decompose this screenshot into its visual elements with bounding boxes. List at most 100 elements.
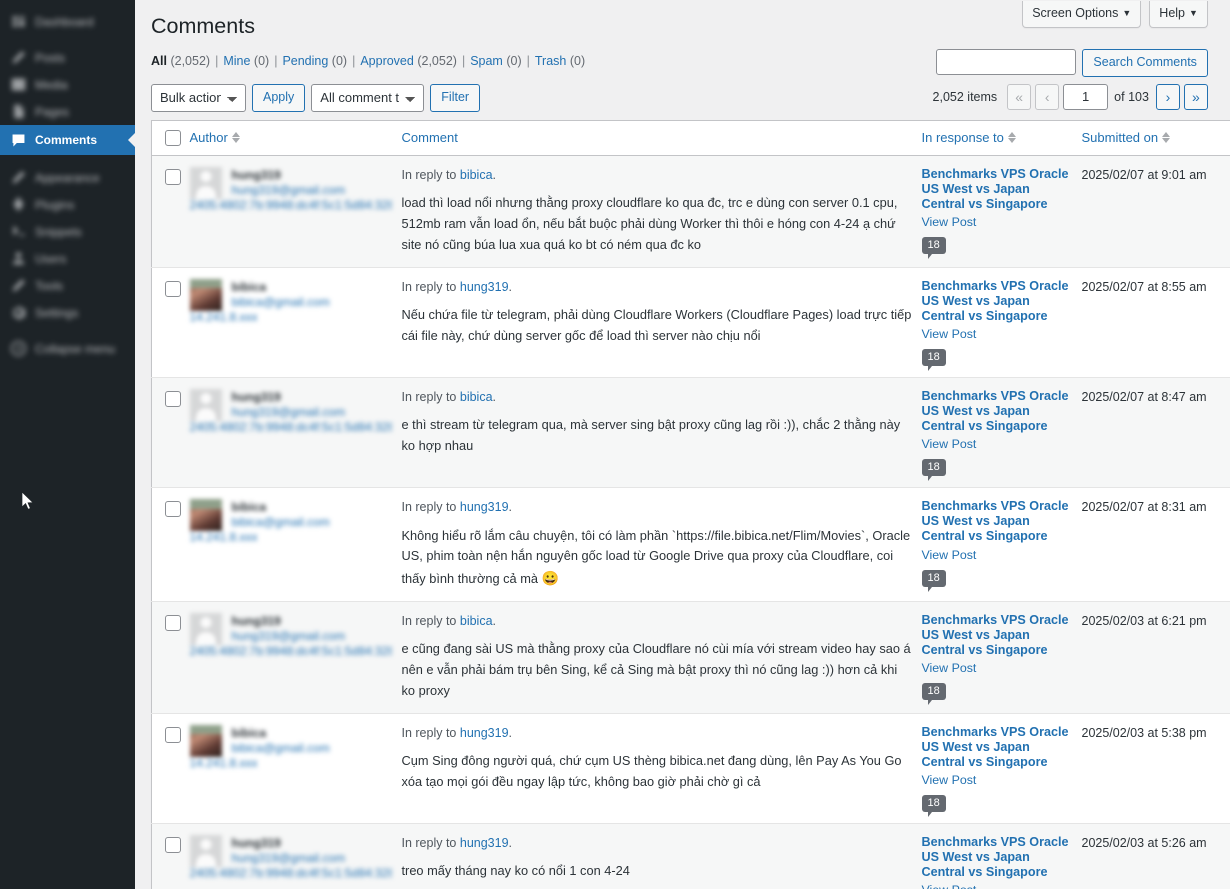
row-checkbox[interactable] bbox=[165, 390, 181, 407]
status-link-count: (2,052) bbox=[170, 53, 211, 68]
view-post-link[interactable]: View Post bbox=[922, 437, 1072, 451]
status-link-pending[interactable]: Pending bbox=[282, 54, 328, 68]
column-author[interactable]: Author bbox=[189, 120, 402, 156]
post-title-link[interactable]: Benchmarks VPS Oracle US West vs Japan C… bbox=[922, 389, 1072, 434]
submitted-on: 2025/02/07 at 8:31 am bbox=[1081, 500, 1207, 515]
post-title-link[interactable]: Benchmarks VPS Oracle US West vs Japan C… bbox=[922, 835, 1072, 880]
help-tab[interactable]: Help ▼ bbox=[1149, 1, 1208, 28]
reply-to-author-link[interactable]: hung319 bbox=[460, 500, 509, 514]
comment-count-badge[interactable]: 18 bbox=[921, 348, 946, 371]
comment-count-badge[interactable]: 18 bbox=[921, 794, 946, 817]
submitted-on: 2025/02/03 at 5:26 am bbox=[1081, 835, 1207, 850]
sidebar-item-media[interactable]: Media bbox=[0, 71, 135, 98]
author-ip[interactable]: 2405:4802:7b:9948:dc4f:5c1:5d84:3283 bbox=[190, 198, 392, 213]
row-select-cell bbox=[151, 377, 190, 489]
author-ip[interactable]: 2405:4802:7b:9948:dc4f:5c1:5d84:3283 bbox=[190, 866, 392, 881]
post-title-link[interactable]: Benchmarks VPS Oracle US West vs Japan C… bbox=[922, 613, 1072, 658]
post-title-link[interactable]: Benchmarks VPS Oracle US West vs Japan C… bbox=[922, 279, 1072, 324]
comment-text-content: e cũng đang sài US mà thằng proxy của Cl… bbox=[401, 641, 911, 698]
author-email[interactable]: bibica@gmail.com bbox=[232, 295, 392, 310]
sidebar-item-snippets[interactable]: Snippets bbox=[0, 218, 135, 245]
comment-count-badge[interactable]: 18 bbox=[921, 569, 946, 592]
sidebar-item-pages[interactable]: Pages bbox=[0, 98, 135, 125]
submitted-on: 2025/02/07 at 8:47 am bbox=[1081, 389, 1207, 404]
author-ip[interactable]: 14.241.8.xxx bbox=[190, 310, 392, 325]
last-page-button[interactable]: » bbox=[1183, 83, 1208, 110]
author-ip[interactable]: 2405:4802:7b:9948:dc4f:5c1:5d84:3283 bbox=[190, 644, 392, 659]
sidebar-item-appearance[interactable]: Appearance bbox=[0, 164, 135, 191]
filter-button[interactable]: Filter bbox=[430, 83, 481, 112]
comment-count-badge[interactable]: 18 bbox=[921, 237, 946, 260]
comment-type-select[interactable]: All comment typesCommentsPings bbox=[311, 83, 425, 112]
comment-text-content: load thì load nổi nhưng thằng proxy clou… bbox=[401, 195, 898, 252]
author-email[interactable]: bibica@gmail.com bbox=[232, 741, 392, 756]
apply-button[interactable]: Apply bbox=[252, 83, 306, 112]
status-link-spam[interactable]: Spam bbox=[470, 54, 503, 68]
status-link-trash[interactable]: Trash bbox=[535, 54, 567, 68]
sidebar-item-plugins[interactable]: Plugins bbox=[0, 191, 135, 218]
table-body: hung319 hung319@gmail.com 2405:4802:7b:994… bbox=[151, 155, 1230, 889]
view-post-link[interactable]: View Post bbox=[922, 661, 1072, 675]
sidebar-item-collapse-menu[interactable]: Collapse menu bbox=[0, 335, 135, 362]
row-checkbox[interactable] bbox=[165, 836, 181, 853]
author-ip[interactable]: 14.241.8.xxx bbox=[190, 756, 392, 771]
search-comments-button[interactable]: Search Comments bbox=[1082, 49, 1208, 77]
next-page-button[interactable]: › bbox=[1155, 83, 1180, 110]
screen-options-tab[interactable]: Screen Options ▼ bbox=[1022, 1, 1142, 28]
search-input[interactable] bbox=[936, 49, 1077, 75]
select-all-checkbox[interactable] bbox=[165, 129, 181, 146]
row-checkbox[interactable] bbox=[165, 168, 181, 185]
status-link-mine[interactable]: Mine bbox=[223, 54, 250, 68]
comments-icon bbox=[8, 130, 28, 150]
row-checkbox[interactable] bbox=[165, 726, 181, 743]
row-checkbox[interactable] bbox=[165, 280, 181, 297]
author-email[interactable]: hung319@gmail.com bbox=[232, 851, 392, 866]
sidebar-item-settings[interactable]: Settings bbox=[0, 299, 135, 326]
column-comment: Comment bbox=[401, 120, 922, 156]
author-email[interactable]: hung319@gmail.com bbox=[232, 629, 392, 644]
table-row: bibica bibica@gmail.com 14.241.8.xxx In rep… bbox=[151, 487, 1230, 602]
column-response[interactable]: In response to bbox=[921, 120, 1082, 156]
status-link-item: Approved (2,052) bbox=[360, 54, 457, 68]
row-select-cell bbox=[151, 155, 190, 268]
row-checkbox[interactable] bbox=[165, 501, 181, 518]
view-post-link[interactable]: View Post bbox=[922, 548, 1072, 562]
settings-icon bbox=[8, 303, 28, 323]
column-date[interactable]: Submitted on bbox=[1081, 120, 1230, 156]
post-title-link[interactable]: Benchmarks VPS Oracle US West vs Japan C… bbox=[922, 167, 1072, 212]
bulk-actions-select[interactable]: Bulk actionsApproveMark as spamMove to T… bbox=[151, 83, 246, 112]
status-link-approved[interactable]: Approved bbox=[360, 54, 414, 68]
post-title-link[interactable]: Benchmarks VPS Oracle US West vs Japan C… bbox=[922, 499, 1072, 544]
response-cell: Benchmarks VPS Oracle US West vs Japan C… bbox=[921, 377, 1082, 489]
row-checkbox[interactable] bbox=[165, 614, 181, 631]
status-link-all[interactable]: All bbox=[151, 54, 167, 68]
reply-to-author-link[interactable]: hung319 bbox=[460, 280, 509, 294]
post-title-link[interactable]: Benchmarks VPS Oracle US West vs Japan C… bbox=[922, 725, 1072, 770]
sidebar-item-dashboard[interactable]: Dashboard bbox=[0, 8, 135, 35]
reply-to-author-link[interactable]: hung319 bbox=[460, 836, 509, 850]
comment-count-badge[interactable]: 18 bbox=[921, 683, 946, 706]
author-ip[interactable]: 14.241.8.xxx bbox=[190, 530, 392, 545]
sidebar-item-posts[interactable]: Posts bbox=[0, 44, 135, 71]
reply-to-prefix: In reply to bbox=[401, 167, 457, 182]
author-ip[interactable]: 2405:4802:7b:9948:dc4f:5c1:5d84:3283 bbox=[190, 420, 392, 435]
column-author-label: Author bbox=[189, 130, 228, 146]
submitted-on: 2025/02/03 at 5:38 pm bbox=[1081, 725, 1207, 740]
author-email[interactable]: hung319@gmail.com bbox=[232, 183, 392, 198]
view-post-link[interactable]: View Post bbox=[922, 773, 1072, 787]
sidebar-item-comments[interactable]: Comments bbox=[0, 125, 135, 155]
author-email[interactable]: bibica@gmail.com bbox=[232, 515, 392, 530]
view-post-link[interactable]: View Post bbox=[922, 883, 1072, 889]
reply-to-author-link[interactable]: bibica bbox=[460, 614, 493, 628]
view-post-link[interactable]: View Post bbox=[922, 327, 1072, 341]
status-link-item: All (2,052) bbox=[151, 54, 210, 68]
reply-to-author-link[interactable]: bibica bbox=[460, 168, 493, 182]
current-page-input[interactable] bbox=[1063, 83, 1109, 110]
sidebar-item-tools[interactable]: Tools bbox=[0, 272, 135, 299]
view-post-link[interactable]: View Post bbox=[922, 215, 1072, 229]
reply-to-author-link[interactable]: hung319 bbox=[460, 726, 509, 740]
author-email[interactable]: hung319@gmail.com bbox=[232, 405, 392, 420]
sidebar-item-users[interactable]: Users bbox=[0, 245, 135, 272]
comment-count-badge[interactable]: 18 bbox=[921, 459, 946, 482]
reply-to-author-link[interactable]: bibica bbox=[460, 390, 493, 404]
